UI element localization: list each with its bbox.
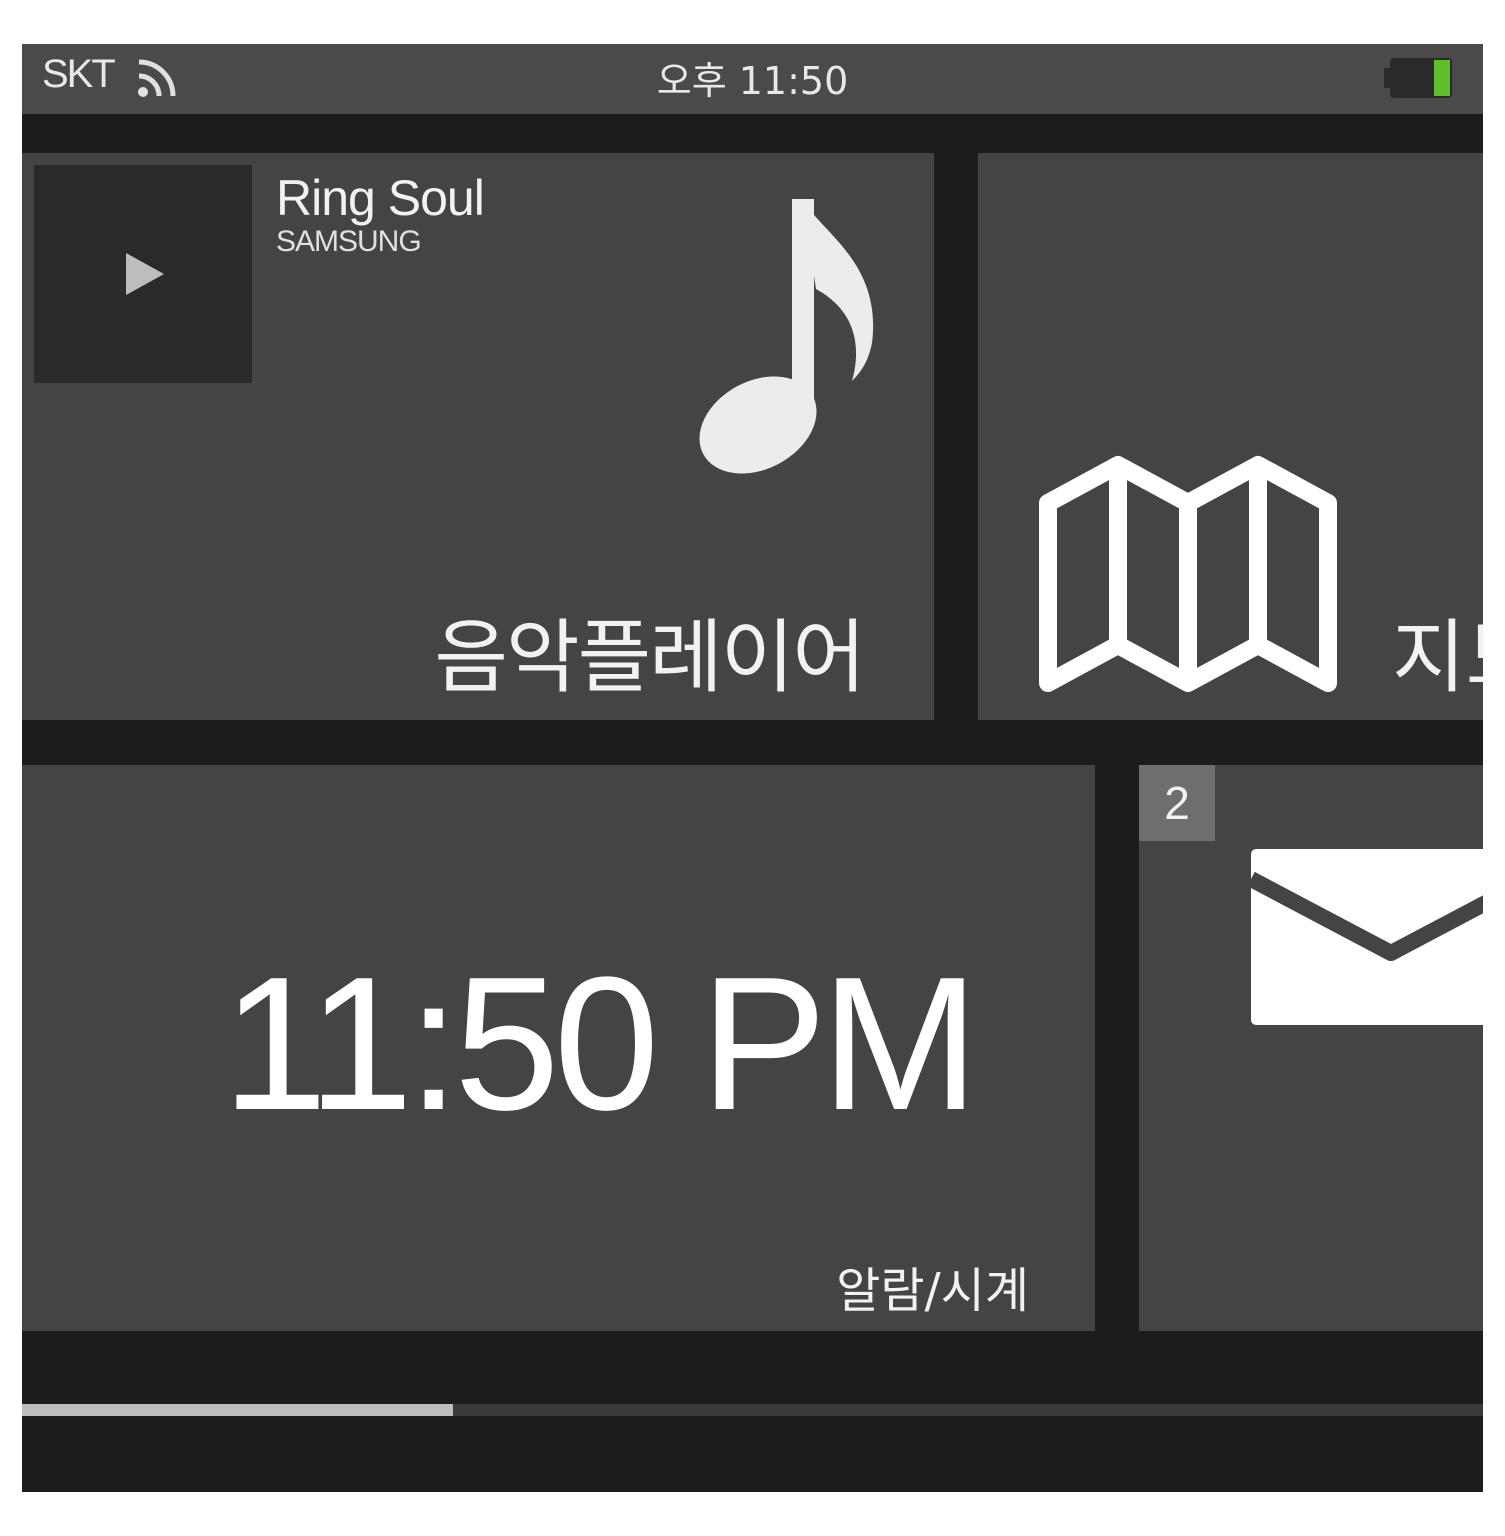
song-title: Ring Soul bbox=[276, 170, 485, 226]
page-indicator bbox=[22, 1404, 1483, 1416]
envelope-icon bbox=[1251, 849, 1483, 1025]
clock-time-digits: 11:50 bbox=[222, 938, 659, 1150]
status-bar: SKT 오후 11:50 bbox=[22, 44, 1483, 114]
clock-tile-label: 알람/시계 bbox=[836, 1263, 1029, 1319]
album-art bbox=[34, 165, 252, 383]
music-player-tile[interactable]: Ring Soul SAMSUNG 음악플레이어 bbox=[22, 153, 934, 720]
maps-tile[interactable]: 지도 bbox=[978, 153, 1483, 720]
status-clock: 오후 11:50 bbox=[656, 59, 849, 103]
alarm-clock-tile[interactable]: 11:50 PM 알람/시계 bbox=[22, 765, 1095, 1331]
clock-am-pm: PM bbox=[700, 938, 979, 1150]
page-indicator-fill bbox=[22, 1404, 453, 1416]
maps-tile-label: 지도 bbox=[1392, 611, 1483, 704]
phone-screen: SKT 오후 11:50 Ring Soul SAMSUNG 음악플레이어 지 … bbox=[22, 44, 1483, 1492]
music-tile-label: 음악플레이어 bbox=[434, 611, 866, 704]
mail-tile[interactable]: 2 bbox=[1139, 765, 1483, 1331]
music-note-icon bbox=[699, 199, 874, 474]
moon-icon bbox=[60, 791, 135, 866]
battery-icon bbox=[1384, 58, 1452, 98]
play-icon[interactable] bbox=[120, 249, 170, 299]
unread-count-badge: 2 bbox=[1139, 765, 1215, 841]
clock-time: 11:50 PM bbox=[222, 935, 979, 1153]
map-icon bbox=[1039, 456, 1337, 692]
song-artist: SAMSUNG bbox=[276, 225, 422, 258]
